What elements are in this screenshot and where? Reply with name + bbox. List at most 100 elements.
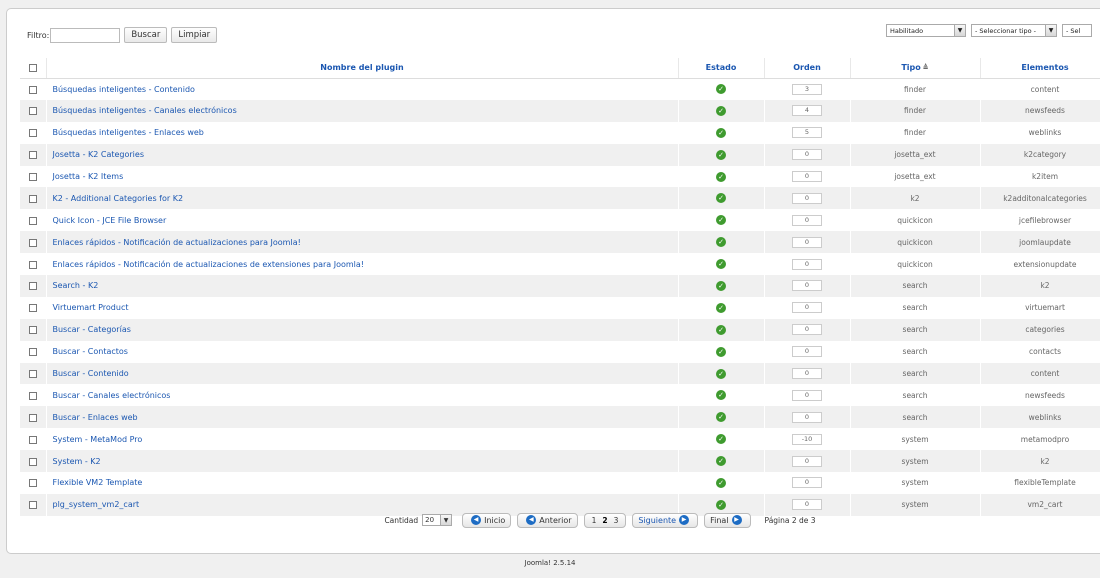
row-checkbox[interactable] (28, 260, 37, 269)
row-checkbox[interactable] (28, 479, 37, 488)
order-input[interactable]: 0 (792, 214, 822, 226)
order-input[interactable]: 0 (792, 258, 822, 270)
extra-select[interactable]: - Sel (1062, 24, 1092, 37)
row-select-cell[interactable] (20, 231, 47, 254)
plugin-name-link[interactable]: Búsquedas inteligentes - Canales electró… (46, 99, 679, 122)
row-select-cell[interactable] (20, 296, 47, 319)
next-button[interactable]: Siguiente ▶ (632, 512, 699, 528)
state-cell[interactable]: ✓ (678, 296, 765, 319)
state-cell[interactable]: ✓ (678, 253, 765, 276)
filter-input[interactable] (50, 27, 121, 43)
enabled-check-icon[interactable]: ✓ (716, 324, 726, 335)
enabled-check-icon[interactable]: ✓ (716, 215, 726, 226)
enabled-check-icon[interactable]: ✓ (716, 499, 726, 510)
plugin-name-link[interactable]: Buscar - Contenido (46, 362, 679, 385)
enabled-check-icon[interactable]: ✓ (716, 149, 726, 160)
order-input[interactable]: 0 (792, 499, 822, 511)
row-checkbox[interactable] (28, 457, 37, 466)
row-checkbox[interactable] (28, 85, 37, 94)
enabled-check-icon[interactable]: ✓ (716, 346, 726, 357)
state-cell[interactable]: ✓ (678, 231, 765, 254)
row-select-cell[interactable] (20, 362, 47, 385)
order-input[interactable]: 5 (792, 127, 822, 139)
clear-button[interactable]: Limpiar (171, 27, 218, 43)
row-checkbox[interactable] (28, 435, 37, 444)
plugin-name-link[interactable]: K2 - Additional Categories for K2 (46, 187, 679, 210)
plugin-name-link[interactable]: System - MetaMod Pro (46, 428, 679, 451)
start-button[interactable]: ◀ Inicio (462, 512, 512, 528)
enabled-check-icon[interactable]: ✓ (716, 456, 726, 467)
enabled-check-icon[interactable]: ✓ (716, 237, 726, 248)
prev-button[interactable]: ◀ Anterior (517, 512, 578, 528)
row-checkbox[interactable] (28, 194, 37, 203)
row-select-cell[interactable] (20, 209, 47, 232)
page-1-link[interactable]: 1 (592, 516, 597, 525)
row-checkbox[interactable] (28, 129, 37, 138)
row-select-cell[interactable] (20, 143, 47, 166)
state-cell[interactable]: ✓ (678, 318, 765, 341)
state-cell[interactable]: ✓ (678, 275, 765, 297)
plugin-name-link[interactable]: Josetta - K2 Items (46, 165, 679, 188)
state-cell[interactable]: ✓ (678, 99, 765, 122)
plugin-name-link[interactable]: Búsquedas inteligentes - Contenido (46, 78, 679, 100)
plugin-name-link[interactable]: Search - K2 (46, 275, 679, 297)
order-input[interactable]: 0 (792, 368, 822, 380)
enabled-check-icon[interactable]: ✓ (716, 477, 726, 488)
enabled-check-icon[interactable]: ✓ (716, 193, 726, 204)
state-cell[interactable]: ✓ (678, 384, 765, 407)
row-select-cell[interactable] (20, 318, 47, 341)
row-checkbox[interactable] (28, 173, 37, 181)
order-input[interactable]: 0 (792, 302, 822, 314)
order-input[interactable]: -10 (792, 433, 822, 445)
plugin-name-link[interactable]: Enlaces rápidos - Notificación de actual… (46, 231, 679, 254)
plugin-name-link[interactable]: Virtuemart Product (46, 296, 679, 319)
select-all-header[interactable] (20, 58, 47, 79)
enabled-check-icon[interactable]: ✓ (716, 390, 726, 401)
order-input[interactable]: 0 (792, 346, 822, 358)
row-select-cell[interactable] (20, 78, 47, 100)
state-cell[interactable]: ✓ (678, 340, 765, 363)
order-input[interactable]: 0 (792, 236, 822, 248)
row-checkbox[interactable] (28, 348, 37, 357)
order-input[interactable]: 0 (792, 411, 822, 423)
row-checkbox[interactable] (28, 501, 37, 510)
state-cell[interactable]: ✓ (678, 187, 765, 210)
plugin-name-link[interactable]: Quick Icon - JCE File Browser (46, 209, 679, 232)
state-cell[interactable]: ✓ (678, 428, 765, 451)
state-cell[interactable]: ✓ (678, 362, 765, 385)
enabled-check-icon[interactable]: ✓ (716, 280, 726, 291)
enabled-check-icon[interactable]: ✓ (716, 302, 726, 313)
enabled-check-icon[interactable]: ✓ (716, 434, 726, 445)
type-select[interactable]: - Seleccionar tipo - ▼ (971, 24, 1057, 37)
enabled-check-icon[interactable]: ✓ (716, 84, 726, 95)
order-input[interactable]: 0 (792, 149, 822, 161)
row-checkbox[interactable] (28, 391, 37, 400)
order-input[interactable]: 0 (792, 389, 822, 401)
row-select-cell[interactable] (20, 384, 47, 407)
column-type[interactable]: Tipo ≜ (850, 58, 981, 79)
enabled-check-icon[interactable]: ✓ (716, 105, 726, 116)
row-select-cell[interactable] (20, 340, 47, 363)
row-checkbox[interactable] (28, 326, 37, 335)
order-input[interactable]: 0 (792, 324, 822, 336)
row-checkbox[interactable] (28, 413, 37, 422)
row-checkbox[interactable] (28, 304, 37, 313)
plugin-name-link[interactable]: Búsquedas inteligentes - Enlaces web (46, 121, 679, 144)
plugin-name-link[interactable]: Buscar - Canales electrónicos (46, 384, 679, 407)
order-input[interactable]: 0 (792, 171, 822, 182)
row-select-cell[interactable] (20, 187, 47, 210)
row-checkbox[interactable] (28, 216, 37, 225)
select-all-checkbox[interactable] (28, 63, 37, 72)
state-cell[interactable]: ✓ (678, 78, 765, 100)
state-cell[interactable]: ✓ (678, 209, 765, 232)
row-checkbox[interactable] (28, 107, 37, 116)
row-checkbox[interactable] (28, 282, 37, 291)
page-3-link[interactable]: 3 (614, 516, 619, 525)
column-elements[interactable]: Elementos (980, 58, 1100, 79)
row-select-cell[interactable] (20, 99, 47, 122)
enabled-check-icon[interactable]: ✓ (716, 127, 726, 138)
limit-select[interactable]: 20 ▼ (422, 514, 453, 526)
state-cell[interactable]: ✓ (678, 121, 765, 144)
order-input[interactable]: 0 (792, 280, 822, 292)
plugin-name-link[interactable]: Buscar - Enlaces web (46, 406, 679, 429)
